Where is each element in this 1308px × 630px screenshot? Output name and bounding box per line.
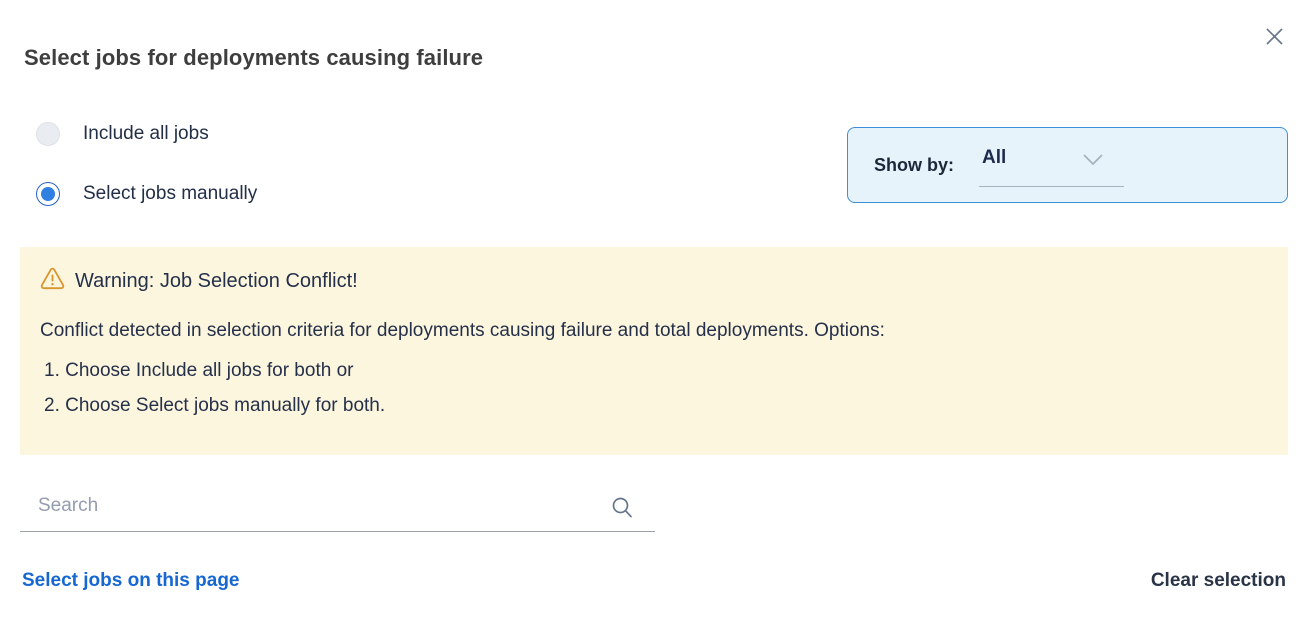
search-icon[interactable] xyxy=(611,496,633,524)
radio-button-unselected[interactable] xyxy=(36,122,60,146)
warning-triangle-icon xyxy=(40,267,65,295)
radio-include-all-jobs[interactable]: Include all jobs xyxy=(36,122,209,146)
warning-option-2: 2. Choose Select jobs manually for both. xyxy=(40,388,1268,423)
search-field xyxy=(20,486,655,532)
close-icon xyxy=(1265,27,1284,49)
warning-options-list: 1. Choose Include all jobs for both or 2… xyxy=(40,353,1268,423)
show-by-label: Show by: xyxy=(874,155,954,176)
search-input[interactable] xyxy=(20,486,655,531)
show-by-panel: Show by: All xyxy=(847,127,1288,203)
show-by-select[interactable]: All xyxy=(979,143,1124,187)
warning-option-1: 1. Choose Include all jobs for both or xyxy=(40,353,1268,388)
close-button[interactable] xyxy=(1262,26,1286,50)
warning-body-text: Conflict detected in selection criteria … xyxy=(40,318,1268,343)
radio-button-selected[interactable] xyxy=(36,182,60,206)
warning-header: Warning: Job Selection Conflict! xyxy=(40,267,1268,295)
chevron-down-icon xyxy=(1082,153,1104,172)
radio-label: Include all jobs xyxy=(83,123,209,145)
radio-label: Select jobs manually xyxy=(83,183,257,205)
select-jobs-on-page-link[interactable]: Select jobs on this page xyxy=(22,570,240,592)
show-by-value: All xyxy=(979,143,1006,169)
warning-title: Warning: Job Selection Conflict! xyxy=(75,270,358,293)
warning-banner: Warning: Job Selection Conflict! Conflic… xyxy=(20,247,1288,455)
radio-select-jobs-manually[interactable]: Select jobs manually xyxy=(36,182,257,206)
select-jobs-dialog: Select jobs for deployments causing fail… xyxy=(0,0,1308,630)
page-title: Select jobs for deployments causing fail… xyxy=(24,45,483,71)
clear-selection-button[interactable]: Clear selection xyxy=(1151,570,1286,592)
